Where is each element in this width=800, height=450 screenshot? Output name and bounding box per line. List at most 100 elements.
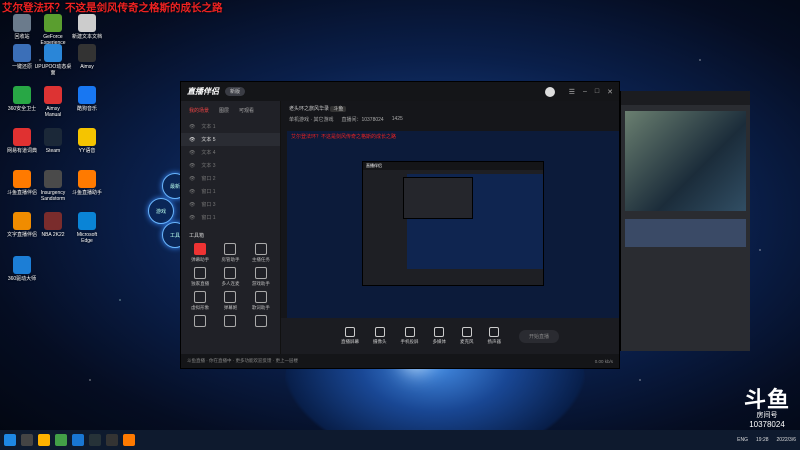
douyu-icon[interactable]	[123, 434, 135, 446]
scene-item[interactable]: 👁 窗口 2	[181, 172, 280, 185]
eye-icon[interactable]: 👁	[189, 215, 195, 221]
maximize-icon[interactable]: □	[595, 88, 599, 95]
close-icon[interactable]: ✕	[607, 88, 613, 96]
control-icon	[404, 327, 415, 337]
source-control[interactable]: 直播屏幕	[341, 327, 359, 345]
desktop-icon[interactable]: Microsoft Edge	[67, 212, 107, 244]
background-window[interactable]	[620, 91, 750, 351]
scene-item[interactable]: 👁 文本 3	[181, 159, 280, 172]
tool-icon	[194, 291, 207, 303]
tool-item[interactable]: 虚拟形象	[185, 291, 215, 311]
source-control[interactable]: 多媒体	[433, 327, 446, 345]
room-meta: 单机游戏 · 其它游戏	[289, 117, 334, 123]
menu-icon[interactable]: ☰	[569, 88, 575, 96]
tool-item[interactable]	[215, 315, 245, 329]
app-titlebar: 直播伴侣 新版 ☰ – □ ✕	[181, 82, 619, 101]
tool-item[interactable]: 独家直播	[185, 267, 215, 287]
taskbar-app-icon[interactable]	[72, 434, 84, 446]
source-control[interactable]: 麦克风	[460, 327, 474, 345]
tool-item[interactable]: 多人连麦	[215, 267, 245, 287]
start-icon[interactable]	[4, 434, 16, 446]
eye-icon[interactable]: 👁	[189, 163, 195, 169]
stream-preview[interactable]: 艾尔登法环？不这是剑风传奇之格斯的成长之路 直播伴侣	[287, 131, 619, 321]
desktop-icon[interactable]: 斗鱼直播助手	[67, 170, 107, 196]
tool-item[interactable]: 游戏助手	[246, 267, 276, 287]
eye-icon[interactable]: 👁	[189, 189, 195, 195]
side-orb-2[interactable]: 游戏	[148, 198, 174, 224]
eye-icon[interactable]: 👁	[189, 137, 195, 143]
desktop-icon[interactable]: YY语音	[67, 128, 107, 154]
steam-icon[interactable]	[89, 434, 101, 446]
tool-item[interactable]: 歌词助手	[246, 291, 276, 311]
clock-time[interactable]: 19:28	[756, 437, 769, 443]
scene-item[interactable]: 👁 文本 5	[181, 133, 280, 146]
desktop-icon[interactable]: 酷狗音乐	[67, 86, 107, 112]
tool-label: 弹幕姬	[223, 305, 238, 310]
room-meta: 1425	[391, 116, 403, 122]
tool-item[interactable]: 弹幕助手	[185, 243, 215, 263]
app-icon	[78, 44, 96, 62]
source-control[interactable]: 手机投屏	[401, 327, 419, 345]
tool-icon	[254, 243, 267, 255]
scene-item[interactable]: 👁 文本 1	[181, 120, 280, 133]
scene-label: 文本 4	[201, 150, 216, 156]
source-control[interactable]: 扬声器	[488, 327, 501, 345]
app-icon	[44, 170, 62, 188]
tool-icon	[254, 291, 267, 303]
eye-icon[interactable]: 👁	[189, 176, 195, 182]
control-icon	[489, 327, 500, 337]
tab-1[interactable]: 图层	[219, 107, 229, 114]
app-icon	[78, 14, 96, 32]
room-title[interactable]: 老头环之旅风华录	[289, 106, 329, 112]
room-tag: 斗鱼	[330, 106, 347, 112]
nested-nested-window	[403, 177, 473, 219]
tool-item[interactable]	[185, 315, 215, 329]
scene-label: 窗口 2	[201, 176, 216, 182]
lang-indicator[interactable]: ENG	[737, 437, 748, 443]
scene-label: 窗口 1	[201, 189, 216, 195]
tool-item[interactable]: 房管助手	[215, 243, 245, 263]
eye-icon[interactable]: 👁	[189, 202, 195, 208]
scene-item[interactable]: 👁 文本 4	[181, 146, 280, 159]
scene-label: 窗口 3	[201, 202, 216, 208]
source-control[interactable]: 摄像头	[373, 327, 387, 345]
taskbar-app-icon[interactable]	[21, 434, 33, 446]
eye-icon[interactable]: 👁	[189, 124, 195, 130]
app-icon	[78, 86, 96, 104]
browser-icon[interactable]	[55, 434, 67, 446]
scene-item[interactable]: 👁 窗口 1	[181, 211, 280, 224]
eye-icon[interactable]: 👁	[189, 150, 195, 156]
desktop-icon-label: YY语音	[78, 148, 96, 154]
scene-item[interactable]: 👁 窗口 3	[181, 198, 280, 211]
minimize-icon[interactable]: –	[583, 88, 587, 95]
scene-item[interactable]: 👁 窗口 1	[181, 185, 280, 198]
tab-0[interactable]: 我的场景	[189, 107, 209, 114]
desktop-icon[interactable]: Aimsy	[67, 44, 107, 70]
game-icon[interactable]	[106, 434, 118, 446]
stream-title-overlay: 艾尔登法环？不这是剑风传奇之格斯的成长之路	[2, 2, 223, 14]
watermark-room: 10378024	[749, 420, 785, 429]
folder-icon[interactable]	[38, 434, 50, 446]
tool-icon	[194, 267, 207, 279]
tool-label: 房管助手	[221, 257, 240, 262]
app-badge[interactable]: 新版	[225, 87, 246, 96]
tool-item[interactable]: 弹幕姬	[215, 291, 245, 311]
desktop-icon[interactable]: 360驱动大师	[2, 256, 42, 282]
start-live-button[interactable]: 开始直播	[518, 329, 559, 343]
tool-item[interactable]: 主播任务	[246, 243, 276, 263]
desktop-icon-label: 360驱动大师	[7, 276, 37, 282]
main-area: 老头环之旅风华录 斗鱼 单机游戏 · 其它游戏 直播间：10378024 1425 …	[281, 101, 619, 354]
control-label: 手机投屏	[400, 339, 419, 344]
tool-icon	[224, 267, 237, 279]
clock-date[interactable]: 2022/3/6	[777, 437, 796, 443]
tool-item[interactable]	[246, 315, 276, 329]
tool-icon	[194, 315, 207, 327]
background-window-toolbar	[621, 91, 750, 105]
desktop-icon-label: 斗鱼直播助手	[71, 190, 102, 196]
live-companion-window[interactable]: 直播伴侣 新版 ☰ – □ ✕ 我的场景 图层 可观看 👁 文本 1 👁 文本 5 👁 文本 …	[180, 81, 620, 369]
app-icon	[13, 128, 31, 146]
tab-2[interactable]: 可观看	[239, 107, 254, 114]
avatar[interactable]	[544, 86, 555, 97]
desktop-icon[interactable]: 新建文本文档	[67, 14, 107, 40]
desktop-icon-label: 新建文本文档	[71, 34, 102, 40]
